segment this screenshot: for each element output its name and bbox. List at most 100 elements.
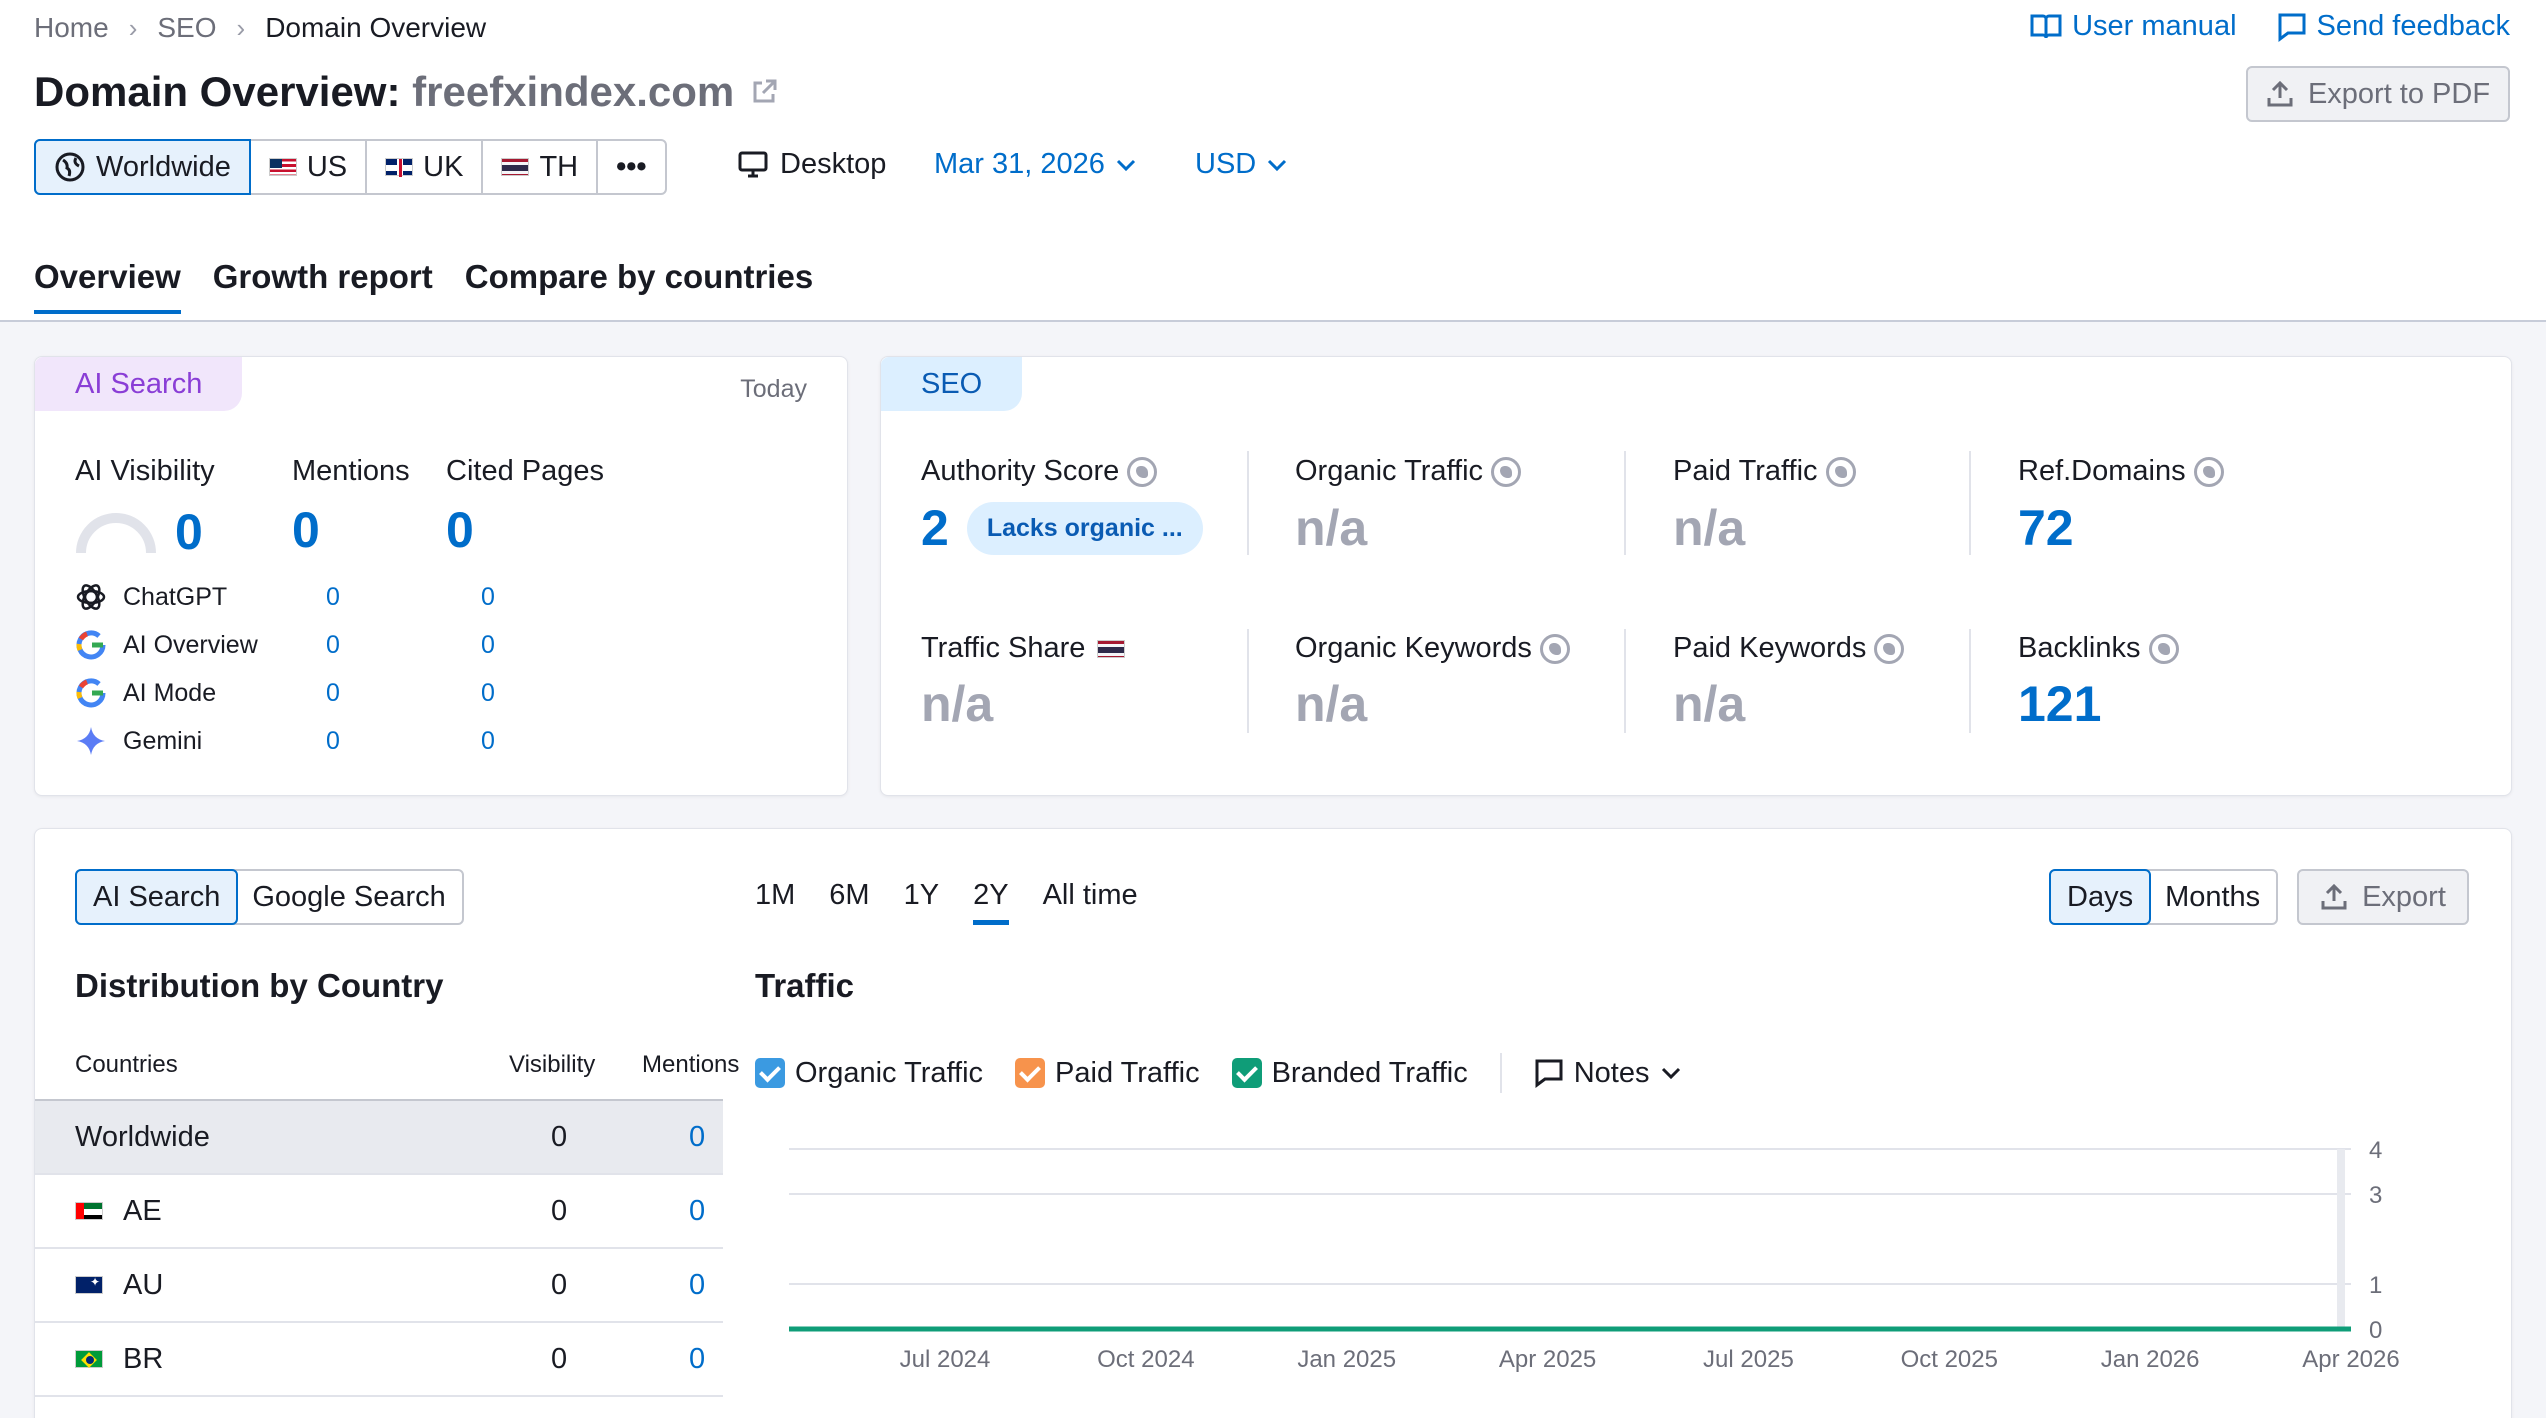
uk-flag-icon <box>385 158 414 177</box>
info-globe-icon[interactable] <box>2148 633 2179 664</box>
cited-pages-value[interactable]: 0 <box>446 501 474 559</box>
backlinks-value[interactable]: 121 <box>2018 675 2101 733</box>
authority-status-badge[interactable]: Lacks organic ... <box>966 501 1203 555</box>
ai-search-toggle[interactable]: AI Search <box>75 869 239 925</box>
ai-search-card: AI Search Today AI Visibility 0 Mentions… <box>34 356 848 796</box>
device-selector[interactable]: Desktop <box>738 148 886 181</box>
months-toggle[interactable]: Months <box>2149 871 2276 923</box>
backlinks-label: Backlinks <box>2018 632 2179 665</box>
x-tick-label: Jan 2025 <box>1297 1346 1396 1373</box>
ai-overview-mentions[interactable]: 0 <box>326 631 340 660</box>
chart-legend: Organic Traffic Paid Traffic Branded Tra… <box>755 1053 1682 1093</box>
gemini-cited[interactable]: 0 <box>481 727 495 756</box>
tab-overview[interactable]: Overview <box>34 258 181 314</box>
organic-keywords-value: n/a <box>1295 676 1368 732</box>
monitor-icon <box>738 151 768 177</box>
table-row[interactable]: BR 0 0 <box>35 1323 723 1397</box>
period-1y[interactable]: 1Y <box>904 879 939 925</box>
col-visibility: Visibility <box>509 1051 596 1078</box>
th-flag-icon <box>1097 639 1126 658</box>
period-2y[interactable]: 2Y <box>973 879 1009 925</box>
traffic-share-value: n/a <box>921 676 994 732</box>
upload-icon <box>2321 883 2347 910</box>
export-button[interactable]: Export <box>2297 869 2469 925</box>
authority-score-label: Authority Score <box>921 455 1158 488</box>
mentions-value[interactable]: 0 <box>292 501 320 559</box>
table-row[interactable]: AU 0 0 <box>35 1249 723 1323</box>
checkbox-checked-icon <box>755 1058 785 1088</box>
gemini-icon <box>77 727 105 755</box>
db-us[interactable]: US <box>251 141 368 193</box>
ai-visibility-label: AI Visibility <box>75 455 215 487</box>
us-flag-icon <box>268 158 297 176</box>
info-globe-icon[interactable] <box>1825 456 1856 487</box>
breadcrumb-seo[interactable]: SEO <box>157 12 216 44</box>
page-title: Domain Overview: freefxindex.com <box>34 68 778 116</box>
user-manual-link[interactable]: User manual <box>2030 10 2237 43</box>
breadcrumb-home[interactable]: Home <box>34 12 109 44</box>
distribution-title: Distribution by Country <box>75 967 444 1004</box>
authority-score-value[interactable]: 2 <box>921 499 949 557</box>
chevron-right-icon: › <box>236 12 246 43</box>
ai-mode-mentions[interactable]: 0 <box>326 679 340 708</box>
database-selector: Worldwide US UK TH ••• <box>34 139 667 195</box>
gemini-mentions[interactable]: 0 <box>326 727 340 756</box>
x-tick-label: Oct 2025 <box>1901 1346 1998 1373</box>
date-selector[interactable]: Mar 31, 2026 <box>934 148 1137 181</box>
period-1m[interactable]: 1M <box>755 879 795 925</box>
table-row[interactable]: Worldwide 0 0 <box>35 1101 723 1175</box>
chatgpt-cited[interactable]: 0 <box>481 583 495 612</box>
info-globe-icon[interactable] <box>1539 633 1570 664</box>
tab-compare-by-countries[interactable]: Compare by countries <box>465 258 813 314</box>
th-flag-icon <box>501 158 530 176</box>
period-6m[interactable]: 6M <box>829 879 869 925</box>
divider <box>1499 1053 1502 1093</box>
external-link-icon[interactable] <box>750 78 778 106</box>
x-tick-label: Oct 2024 <box>1097 1346 1194 1373</box>
ref-domains-value[interactable]: 72 <box>2018 499 2074 557</box>
info-globe-icon[interactable] <box>2193 456 2224 487</box>
db-uk[interactable]: UK <box>367 141 484 193</box>
ai-overview-cited[interactable]: 0 <box>481 631 495 660</box>
google-search-toggle[interactable]: Google Search <box>236 871 461 923</box>
authority-score-metric: 2 Lacks organic ... <box>921 499 1203 557</box>
note-icon <box>1535 1059 1563 1088</box>
source-row-chatgpt: ChatGPT 0 0 <box>75 577 775 617</box>
info-globe-icon[interactable] <box>1874 633 1905 664</box>
currency-selector[interactable]: USD <box>1195 148 1288 181</box>
notes-dropdown[interactable]: Notes <box>1534 1057 1682 1090</box>
divider <box>1624 451 1626 555</box>
main-tabs: Overview Growth report Compare by countr… <box>34 258 813 314</box>
period-tabs: 1M 6M 1Y 2Y All time <box>755 879 1138 925</box>
checkbox-checked-icon <box>1015 1058 1046 1088</box>
top-links: User manual Send feedback <box>2030 10 2510 43</box>
checkbox-checked-icon <box>1231 1058 1262 1088</box>
table-row[interactable]: AE 0 0 <box>35 1175 723 1249</box>
traffic-section-card: AI Search Google Search Distribution by … <box>34 828 2512 1418</box>
traffic-share-label: Traffic Share <box>921 632 1126 665</box>
organic-keywords-label: Organic Keywords <box>1295 632 1570 665</box>
info-globe-icon[interactable] <box>1491 456 1522 487</box>
legend-organic-traffic[interactable]: Organic Traffic <box>755 1057 983 1090</box>
db-more-button[interactable]: ••• <box>598 141 664 193</box>
source-row-ai-mode: AI Mode 0 0 <box>75 673 775 713</box>
export-pdf-button[interactable]: Export to PDF <box>2246 66 2510 122</box>
ai-mode-cited[interactable]: 0 <box>481 679 495 708</box>
legend-paid-traffic[interactable]: Paid Traffic <box>1015 1057 1200 1090</box>
au-flag-icon <box>75 1275 103 1294</box>
db-worldwide[interactable]: Worldwide <box>34 139 251 195</box>
seo-card: SEO Authority Score 2 Lacks organic ... … <box>880 356 2512 796</box>
paid-keywords-label: Paid Keywords <box>1673 632 1905 665</box>
chevron-right-icon: › <box>128 12 138 43</box>
db-th[interactable]: TH <box>483 141 599 193</box>
tab-growth-report[interactable]: Growth report <box>213 258 433 314</box>
legend-branded-traffic[interactable]: Branded Traffic <box>1231 1057 1468 1090</box>
days-toggle[interactable]: Days <box>2049 869 2152 925</box>
period-all-time[interactable]: All time <box>1043 879 1138 925</box>
organic-traffic-value: n/a <box>1295 500 1368 556</box>
chatgpt-mentions[interactable]: 0 <box>326 583 340 612</box>
x-tick-label: Jul 2025 <box>1703 1346 1794 1373</box>
info-globe-icon[interactable] <box>1127 456 1158 487</box>
send-feedback-link[interactable]: Send feedback <box>2277 10 2510 43</box>
message-icon <box>2278 13 2306 42</box>
